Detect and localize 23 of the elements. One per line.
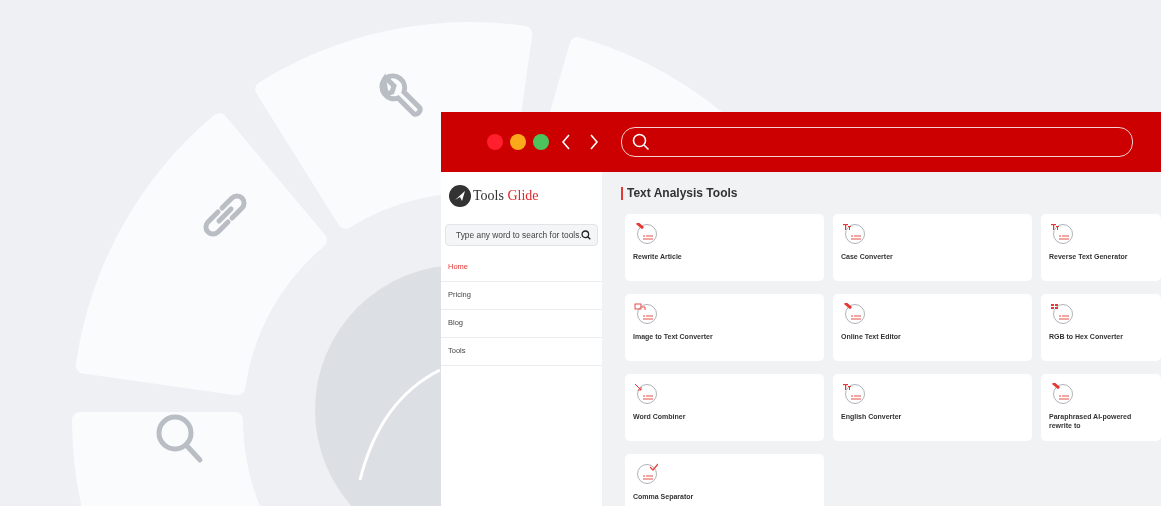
search-icon: [156, 414, 203, 463]
text-icon: [842, 383, 866, 405]
minimize-button[interactable]: [510, 134, 526, 150]
wrench-icon: [379, 73, 423, 117]
text-icon: [1050, 223, 1074, 245]
grid-icon: [1050, 303, 1074, 325]
brand-name: Tools Glide: [473, 188, 539, 204]
image-icon: [634, 303, 658, 325]
search-icon[interactable]: [581, 230, 591, 240]
pencil-icon: [1050, 383, 1074, 405]
section-title: Text Analysis Tools: [621, 187, 1161, 200]
address-field[interactable]: [621, 127, 1133, 157]
check-icon: [634, 463, 658, 485]
search-icon: [632, 133, 650, 151]
forward-icon[interactable]: [589, 134, 599, 150]
logo-icon: [449, 185, 471, 207]
back-icon[interactable]: [561, 134, 571, 150]
link-icon: [203, 193, 247, 237]
pencil-icon: [842, 303, 866, 325]
search-field[interactable]: Type any word to search for tools.: [445, 224, 598, 246]
pencil-icon: [634, 223, 658, 245]
maximize-button[interactable]: [533, 134, 549, 150]
text-icon: [842, 223, 866, 245]
